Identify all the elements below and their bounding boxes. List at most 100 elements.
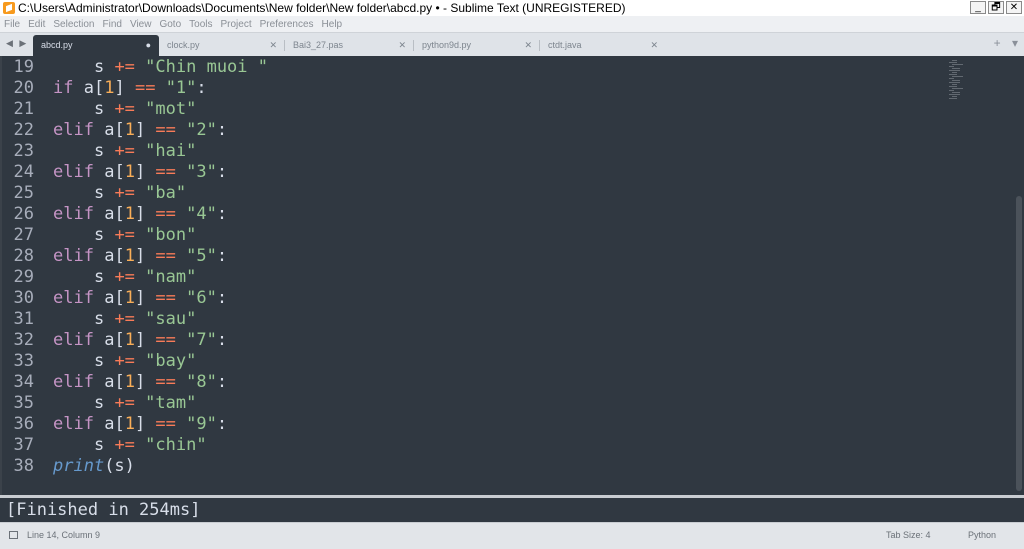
tab-bai3-27-pas[interactable]: Bai3_27.pas ✕: [285, 35, 414, 56]
tab-abcd-py[interactable]: abcd.py ●: [33, 35, 159, 56]
code-token: a: [93, 414, 115, 434]
code-token: "4": [186, 204, 217, 224]
menu-tools[interactable]: Tools: [185, 17, 216, 32]
minimap-line: [949, 82, 960, 83]
tab-ctdt-java[interactable]: ctdt.java ✕: [540, 35, 666, 56]
code-line: 29 s += "nam": [0, 267, 197, 288]
code-token: s: [93, 225, 105, 245]
menu-preferences[interactable]: Preferences: [256, 17, 318, 32]
code-line: 19 s += "Chin muoi ": [0, 57, 268, 78]
code-token: "sau": [145, 309, 197, 329]
code-token: ]: [134, 246, 146, 266]
tab-tools: + ▾: [986, 36, 1018, 50]
code-line: 33 s += "bay": [0, 351, 197, 372]
code-text: s += "ba": [53, 183, 186, 204]
code-text: elif a[1] == "4":: [53, 204, 227, 225]
panel-toggle-icon[interactable]: [9, 531, 18, 539]
close-button[interactable]: ✕: [1006, 1, 1022, 14]
code-text: elif a[1] == "9":: [53, 414, 227, 435]
window-title: C:\Users\Administrator\Downloads\Documen…: [18, 1, 626, 15]
new-tab-icon[interactable]: +: [994, 36, 1001, 50]
code-token: "7": [186, 330, 217, 350]
close-tab-icon[interactable]: ✕: [269, 35, 277, 56]
code-line: 30 elif a[1] == "6":: [0, 288, 228, 309]
close-tab-icon[interactable]: ✕: [524, 35, 532, 56]
code-token: "9": [186, 414, 217, 434]
code-token: [: [114, 414, 125, 434]
code-token: ==: [145, 120, 176, 140]
code-token: ==: [145, 246, 176, 266]
code-token: +=: [104, 183, 135, 203]
code-token: s: [93, 57, 105, 77]
code-token: +=: [104, 225, 135, 245]
code-token: 1: [124, 372, 135, 392]
close-tab-icon[interactable]: ✕: [398, 35, 406, 56]
code-token: [: [114, 204, 125, 224]
menu-view[interactable]: View: [126, 17, 156, 32]
menu-goto[interactable]: Goto: [155, 17, 185, 32]
code-text: s += "Chin muoi ": [53, 57, 268, 78]
tab-size-selector[interactable]: Tab Size: 4: [886, 530, 931, 540]
menu-edit[interactable]: Edit: [24, 17, 49, 32]
line-number: 33: [13, 351, 34, 371]
tab-python9d-py[interactable]: python9d.py ✕: [414, 35, 540, 56]
menu-project[interactable]: Project: [217, 17, 256, 32]
minimize-button[interactable]: _: [970, 1, 986, 14]
tab-label: ctdt.java: [548, 40, 582, 50]
code-token: [: [114, 246, 125, 266]
code-token: ]: [134, 414, 146, 434]
code-token: "6": [186, 288, 217, 308]
close-tab-icon[interactable]: ✕: [650, 35, 658, 56]
code-text: elif a[1] == "3":: [53, 162, 227, 183]
minimap-line: [949, 74, 957, 75]
code-text: if a[1] == "1":: [53, 78, 207, 99]
code-text: elif a[1] == "8":: [53, 372, 227, 393]
minimap[interactable]: [949, 60, 963, 116]
code-token: 1: [124, 204, 135, 224]
code-token: print: [53, 456, 105, 476]
code-token: :: [216, 204, 228, 224]
code-text: s += "hai": [53, 141, 196, 162]
sublime-app-icon: [3, 2, 15, 14]
code-token: 1: [124, 414, 135, 434]
editor-scrollbar-thumb[interactable]: [1016, 196, 1022, 491]
menu-find[interactable]: Find: [99, 17, 126, 32]
maximize-button[interactable]: 🗗: [988, 1, 1004, 14]
code-token: "hai": [145, 141, 197, 161]
code-token: [: [114, 120, 125, 140]
code-token: s: [93, 309, 105, 329]
menu-help[interactable]: Help: [318, 17, 347, 32]
code-token: elif: [53, 414, 94, 434]
menu-bar: File Edit Selection Find View Goto Tools…: [0, 16, 1024, 33]
syntax-selector[interactable]: Python: [968, 530, 996, 540]
tab-clock-py[interactable]: clock.py ✕: [159, 35, 285, 56]
menu-file[interactable]: File: [0, 17, 24, 32]
tab-label: abcd.py: [41, 40, 73, 50]
code-token: elif: [53, 204, 94, 224]
code-editor[interactable]: 19 s += "Chin muoi " 20 if a[1] == "1": 21 …: [0, 56, 1024, 495]
code-text: elif a[1] == "6":: [53, 288, 227, 309]
menu-selection[interactable]: Selection: [49, 17, 98, 32]
code-token: +=: [104, 57, 135, 77]
code-token: a: [93, 246, 115, 266]
minimap-line: [952, 68, 960, 69]
code-token: +=: [104, 393, 135, 413]
line-number: 20: [13, 78, 34, 98]
code-token: "5": [186, 246, 217, 266]
tab-list-chevron-icon[interactable]: ▾: [1012, 36, 1018, 50]
code-token: "bay": [145, 351, 197, 371]
line-number: 32: [13, 330, 34, 350]
tab-nav-arrows-icon[interactable]: ◀ ▶: [6, 38, 28, 49]
unsaved-dot-icon[interactable]: ●: [146, 35, 151, 56]
code-token: "8": [186, 372, 217, 392]
code-token: [: [93, 78, 105, 98]
